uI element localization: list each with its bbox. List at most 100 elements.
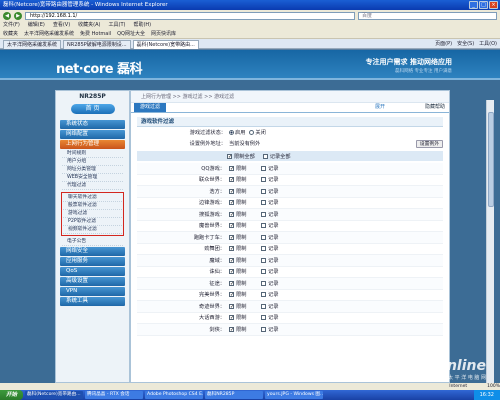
block-checkbox[interactable]	[229, 280, 234, 286]
sidebar-item-advanced[interactable]: 高级设置	[60, 277, 125, 286]
block-checkbox[interactable]	[229, 257, 234, 263]
block-checkbox[interactable]	[229, 246, 234, 252]
sidebar-item-qos[interactable]: QoS	[60, 267, 125, 276]
sidebar-sub-item[interactable]: 视频软件过滤	[63, 226, 122, 234]
log-all-checkbox[interactable]	[262, 153, 268, 159]
favorite-link[interactable]: 太平洋网络采编发系统	[24, 30, 74, 38]
log-checkbox[interactable]	[261, 303, 266, 309]
scrollbar[interactable]	[486, 100, 494, 383]
menu-edit[interactable]: 编辑(E)	[28, 21, 45, 30]
hide-help-link[interactable]: 隐藏帮助	[425, 103, 445, 112]
browser-tab-active[interactable]: 磊科(Netcore)宽带路由...	[132, 40, 199, 49]
block-checkbox[interactable]	[229, 177, 234, 183]
sidebar-item-network[interactable]: 网络配置	[60, 130, 125, 139]
menu-file[interactable]: 文件(F)	[3, 21, 20, 30]
sidebar-item-services[interactable]: 应用服务	[60, 257, 125, 266]
enable-radio[interactable]	[229, 130, 234, 135]
sidebar-sub-item[interactable]: 用户分组	[62, 158, 123, 166]
taskbar-item[interactable]: 磊科NR285P	[205, 391, 264, 399]
favorites-button[interactable]: 收藏夹	[3, 30, 18, 38]
watermark: PConline 太 平 洋 电 脑 网	[417, 358, 486, 381]
log-checkbox[interactable]	[261, 211, 266, 217]
tools-menu[interactable]: 工具(O)	[479, 40, 497, 48]
close-icon[interactable]: ×	[489, 1, 498, 9]
menu-tools[interactable]: 工具(T)	[109, 21, 126, 30]
browser-tab[interactable]: 太平洋网络采编发系统	[3, 40, 62, 49]
taskbar-item[interactable]: 腾讯晶晶 - RTX 会话	[85, 391, 144, 399]
block-checkbox[interactable]	[229, 223, 234, 229]
game-list: QQ游戏：限制记录联众世界：限制记录浩方：限制记录边锋游戏：限制记录搜狐游戏：限…	[131, 163, 449, 336]
log-checkbox[interactable]	[261, 315, 266, 321]
block-checkbox[interactable]	[229, 326, 234, 332]
block-checkbox[interactable]	[229, 292, 234, 298]
log-checkbox[interactable]	[261, 177, 266, 183]
log-checkbox[interactable]	[261, 269, 266, 275]
expand-link[interactable]: 展开	[375, 103, 385, 112]
log-checkbox[interactable]	[261, 246, 266, 252]
menu-bar: 文件(F) 编辑(E) 查看(V) 收藏夹(A) 工具(T) 帮助(H)	[0, 21, 500, 30]
log-checkbox[interactable]	[261, 200, 266, 206]
sidebar-sub-item[interactable]: WEB安全管理	[62, 174, 123, 182]
block-checkbox[interactable]	[229, 165, 234, 171]
sidebar-sub-item[interactable]: 网址分类管理	[62, 166, 123, 174]
search-input[interactable]: 百度	[358, 11, 497, 20]
tab-game-filter[interactable]: 游戏过滤	[134, 103, 167, 112]
menu-view[interactable]: 查看(V)	[53, 21, 70, 30]
browser-tab[interactable]: NR285P破解电源限制设...	[63, 40, 131, 49]
minimize-icon[interactable]: _	[469, 1, 478, 9]
menu-help[interactable]: 帮助(H)	[133, 21, 151, 30]
taskbar-item[interactable]: yours.JPG - Windows 图...	[265, 391, 324, 399]
block-checkbox[interactable]	[229, 315, 234, 321]
sidebar-item-behavior[interactable]: 上网行为管理	[60, 140, 125, 149]
window-controls: _ □ ×	[469, 1, 498, 9]
sidebar-sub-item[interactable]: P2P软件过滤	[63, 218, 122, 226]
block-checkbox[interactable]	[229, 234, 234, 240]
favorite-link[interactable]: QQ网址大全	[117, 30, 145, 38]
block-label: 限制	[236, 303, 247, 310]
block-checkbox[interactable]	[229, 269, 234, 275]
block-checkbox[interactable]	[229, 303, 234, 309]
log-checkbox[interactable]	[261, 292, 266, 298]
block-label: 限制	[236, 177, 247, 184]
block-checkbox[interactable]	[229, 211, 234, 217]
sidebar-sub-item-game-filter[interactable]: 游戏过滤	[63, 210, 122, 218]
block-checkbox[interactable]	[229, 200, 234, 206]
log-checkbox[interactable]	[261, 223, 266, 229]
zoom-level[interactable]: 100%	[487, 383, 500, 390]
log-checkbox[interactable]	[261, 234, 266, 240]
log-checkbox[interactable]	[261, 188, 266, 194]
back-icon[interactable]: ◀	[3, 11, 11, 20]
sidebar-sub-item[interactable]: 聊天软件过滤	[63, 194, 122, 202]
disable-radio[interactable]	[249, 130, 255, 135]
block-checkbox[interactable]	[229, 188, 234, 194]
forward-icon[interactable]: ▶	[14, 11, 22, 20]
log-checkbox[interactable]	[261, 165, 266, 171]
page-menu[interactable]: 页面(P)	[435, 40, 452, 48]
log-checkbox[interactable]	[261, 280, 266, 286]
block-label: 限制	[236, 269, 247, 276]
address-input[interactable]: http://192.168.1.1/	[25, 11, 355, 20]
sidebar-item-status[interactable]: 系统状态	[60, 120, 125, 129]
log-checkbox[interactable]	[261, 257, 266, 263]
start-button[interactable]: 开始	[0, 390, 24, 400]
safety-menu[interactable]: 安全(S)	[457, 40, 474, 48]
menu-favorites[interactable]: 收藏夹(A)	[78, 21, 100, 30]
game-row: 浩方： 限制 记录	[137, 186, 443, 198]
log-checkbox[interactable]	[261, 326, 266, 332]
sidebar-sub-item[interactable]: 股票软件过滤	[63, 202, 122, 210]
sidebar-sub-item[interactable]: 代理过滤	[62, 182, 123, 190]
sidebar-item-vpn[interactable]: VPN	[60, 287, 125, 296]
maximize-icon[interactable]: □	[479, 1, 488, 9]
favorite-link[interactable]: 网页快讯库	[151, 30, 176, 38]
taskbar-item[interactable]: Adobe Photoshop CS4 E...	[145, 391, 204, 399]
sidebar-item-security[interactable]: 网络安全	[60, 247, 125, 256]
block-all-checkbox[interactable]	[227, 153, 232, 159]
home-button[interactable]: 首 页	[70, 104, 115, 114]
favorite-link[interactable]: 免费 Hotmail	[80, 30, 111, 38]
sidebar-sub-item[interactable]: 时间规则	[62, 150, 123, 158]
taskbar-item[interactable]: 磊科(Netcore)宽带路由...	[25, 391, 84, 399]
set-exception-button[interactable]: 设置例外	[415, 139, 443, 148]
scrollbar-thumb[interactable]	[488, 112, 494, 207]
sidebar-sub-item[interactable]: 电子公告	[62, 238, 123, 246]
sidebar-item-tools[interactable]: 系统工具	[60, 297, 125, 306]
